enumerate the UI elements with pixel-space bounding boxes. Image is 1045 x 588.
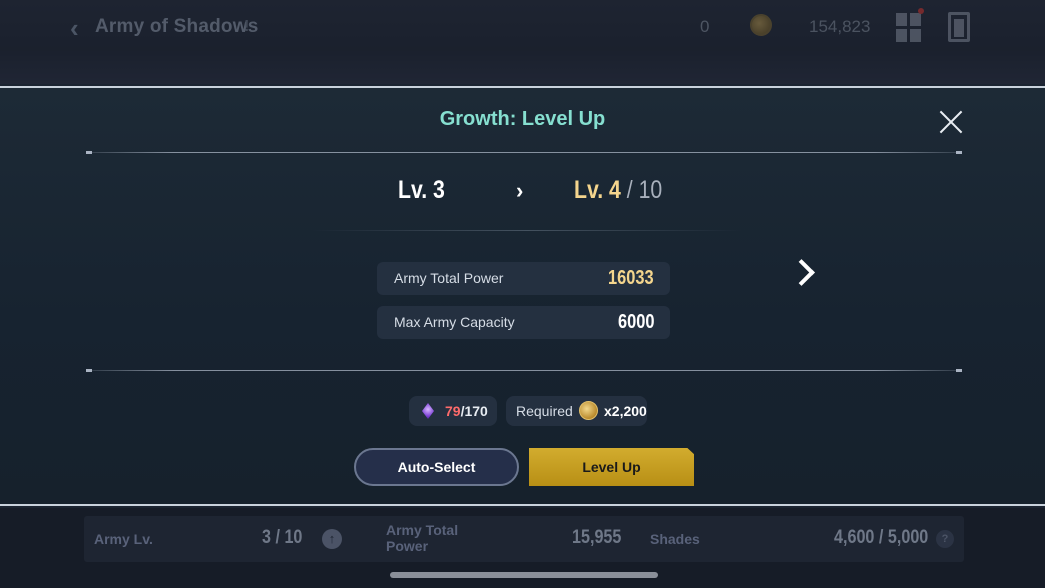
gold-coin-icon (750, 14, 772, 36)
army-total-power-label: Army Total Power (386, 522, 459, 554)
top-counter: 0 (700, 17, 710, 36)
notification-dot (918, 8, 924, 14)
shades-label: Shades (650, 531, 700, 547)
back-arrow-icon[interactable]: ‹ (70, 14, 92, 42)
next-level: Lv. 4 / 10 (574, 176, 662, 205)
stat-label: Army Total Power (394, 270, 504, 286)
help-icon[interactable]: ? (936, 530, 954, 548)
max-level: / 10 (620, 176, 663, 204)
gold-coin-icon (579, 401, 598, 420)
close-icon[interactable] (938, 108, 966, 136)
app-screen: ‹ Army of Shadows ! 0 154,823 Growth: Le… (0, 0, 1045, 588)
top-bar: ‹ Army of Shadows ! 0 154,823 (0, 0, 1045, 84)
divider-top (86, 151, 962, 154)
next-level-value: Lv. 4 (574, 176, 621, 204)
menu-grid-icon[interactable] (896, 13, 922, 43)
level-up-button[interactable]: Level Up (529, 448, 694, 486)
army-summary-panel: Army Lv. 3 / 10 ↑ Army Total Power 15,95… (84, 516, 964, 562)
level-arrow-icon: › (516, 178, 524, 203)
shards-owned: 79 (445, 403, 461, 419)
info-icon[interactable]: ! (244, 18, 258, 36)
level-underline (312, 230, 742, 231)
stat-value: 16033 (608, 267, 654, 289)
stat-value: 6000 (617, 311, 654, 333)
required-label: Required (516, 403, 573, 419)
army-total-power-value: 15,955 (572, 527, 622, 548)
current-level: Lv. 3 (398, 176, 445, 204)
shards-needed: /170 (460, 403, 488, 419)
stat-label: Max Army Capacity (394, 314, 515, 330)
army-level-value: 3 / 10 (262, 527, 303, 548)
auto-select-button[interactable]: Auto-Select (354, 448, 519, 486)
level-progression: Lv. 3 › Lv. 4 / 10 (0, 176, 1045, 210)
required-gold-amount: x2,200 (604, 403, 647, 419)
shades-value: 4,600 / 5,000 (834, 527, 929, 548)
home-indicator[interactable] (390, 572, 658, 578)
divider-bottom (86, 369, 962, 372)
army-level-label: Army Lv. (94, 531, 153, 547)
bottom-bar: Army Lv. 3 / 10 ↑ Army Total Power 15,95… (0, 508, 1045, 588)
shard-requirement: 79/170 (409, 396, 497, 426)
page-title: Army of Shadows (95, 16, 259, 37)
stat-max-army-capacity: Max Army Capacity 6000 (377, 306, 670, 339)
shadow-shard-icon (418, 401, 438, 421)
stat-army-total-power: Army Total Power 16033 (377, 262, 670, 295)
chevron-right-icon[interactable] (788, 254, 814, 294)
level-up-modal: Growth: Level Up Lv. 3 › Lv. 4 / 10 Army… (0, 86, 1045, 506)
shard-count: 79/170 (445, 403, 488, 419)
modal-title: Growth: Level Up (439, 108, 606, 130)
gold-amount: 154,823 (809, 17, 871, 36)
exit-door-icon[interactable] (948, 12, 970, 42)
gold-requirement: Required x2,200 (506, 396, 647, 426)
upgrade-arrow-icon[interactable]: ↑ (322, 529, 342, 549)
